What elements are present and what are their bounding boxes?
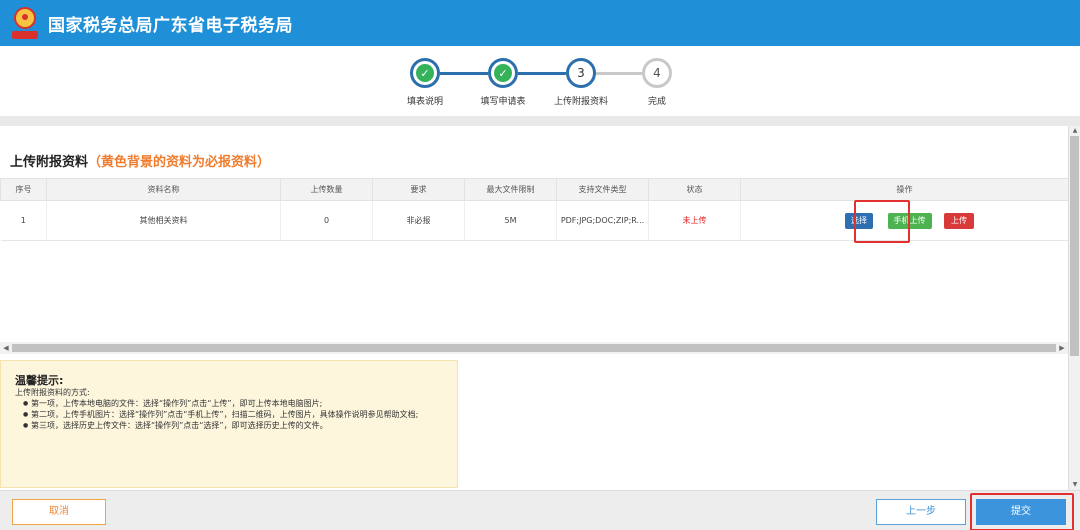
step-4: 4 完成 — [612, 58, 702, 107]
column-header: 资料名称 — [46, 178, 281, 201]
required-note: （黄色背景的资料为必报资料） — [88, 155, 271, 170]
app-header: 国家税务总局广东省电子税务局 — [0, 0, 1080, 46]
scroll-up-icon[interactable]: ▲ — [1069, 126, 1080, 136]
step-label: 填表说明 — [406, 97, 443, 107]
list-item: 第一项，上传本地电脑的文件：选择“操作列”点击“上传”，即可上传本地电脑图片; — [23, 398, 443, 409]
column-header: 最大文件限制 — [464, 178, 557, 201]
step-1: ✓ 填表说明 — [380, 58, 470, 107]
status-badge: 未上传 — [648, 200, 741, 241]
column-header: 操作 — [740, 178, 1069, 201]
scroll-thumb[interactable] — [1070, 136, 1079, 356]
vertical-scrollbar[interactable]: ▲ ▼ — [1068, 126, 1080, 490]
upload-button[interactable]: 上传 — [944, 212, 975, 229]
check-icon: ✓ — [494, 64, 512, 82]
table-header-row: 序号 资料名称 上传数量 要求 最大文件限制 支持文件类型 状态 操作 — [0, 178, 1069, 201]
footer-bar: 取消 上一步 提交 — [0, 490, 1080, 530]
submit-button[interactable]: 提交 — [976, 499, 1066, 525]
tips-box: 温馨提示: 上传附报资料的方式: 第一项，上传本地电脑的文件：选择“操作列”点击… — [0, 360, 458, 488]
scroll-down-icon[interactable]: ▼ — [1069, 480, 1080, 490]
previous-step-button[interactable]: 上一步 — [876, 499, 966, 525]
page-title: 上传附报资料（黄色背景的资料为必报资料） — [10, 155, 271, 170]
column-header: 状态 — [648, 178, 741, 201]
list-item: 第二项，上传手机图片：选择“操作列”点击“手机上传”，扫描二维码，上传图片，具体… — [23, 409, 443, 420]
max-file-size: 5M — [464, 200, 557, 241]
column-header: 要求 — [372, 178, 465, 201]
step-label: 完成 — [647, 97, 666, 107]
step-label: 填写申请表 — [480, 97, 526, 107]
horizontal-scrollbar[interactable]: ◀ ▶ — [0, 342, 1068, 354]
supported-file-types: PDF;JPG;DOC;ZIP;R... — [556, 200, 649, 241]
tips-intro: 上传附报资料的方式: — [15, 388, 90, 397]
column-header: 上传数量 — [280, 178, 373, 201]
progress-stepper: ✓ 填表说明 ✓ 填写申请表 3 上传附报资料 4 完成 — [0, 46, 1080, 116]
site-title: 国家税务总局广东省电子税务局 — [48, 15, 293, 36]
list-item: 第三项，选择历史上传文件：选择“操作列”点击“选择”，即可选择历史上传的文件。 — [23, 420, 443, 431]
upload-count: 0 — [280, 200, 373, 241]
tax-bureau-emblem-icon — [10, 5, 40, 41]
check-icon: ✓ — [416, 64, 434, 82]
step-number: 3 — [566, 58, 596, 88]
column-header: 支持文件类型 — [556, 178, 649, 201]
tips-list: 第一项，上传本地电脑的文件：选择“操作列”点击“上传”，即可上传本地电脑图片; … — [23, 398, 443, 431]
scroll-right-icon[interactable]: ▶ — [1056, 342, 1068, 354]
upload-highlight-frame — [854, 200, 910, 243]
step-number: 4 — [642, 58, 672, 88]
scroll-thumb[interactable] — [12, 344, 1056, 352]
attachments-panel: 上传附报资料（黄色背景的资料为必报资料） 序号 资料名称 上传数量 要求 最大文… — [0, 126, 1080, 490]
row-index: 1 — [0, 200, 47, 241]
column-header: 序号 — [0, 178, 47, 201]
cancel-button[interactable]: 取消 — [12, 499, 106, 525]
document-name: 其他相关资料 — [46, 200, 281, 241]
requirement: 非必报 — [372, 200, 465, 241]
scroll-left-icon[interactable]: ◀ — [0, 342, 12, 354]
step-2: ✓ 填写申请表 — [458, 58, 548, 107]
tips-title: 温馨提示: — [15, 374, 64, 387]
